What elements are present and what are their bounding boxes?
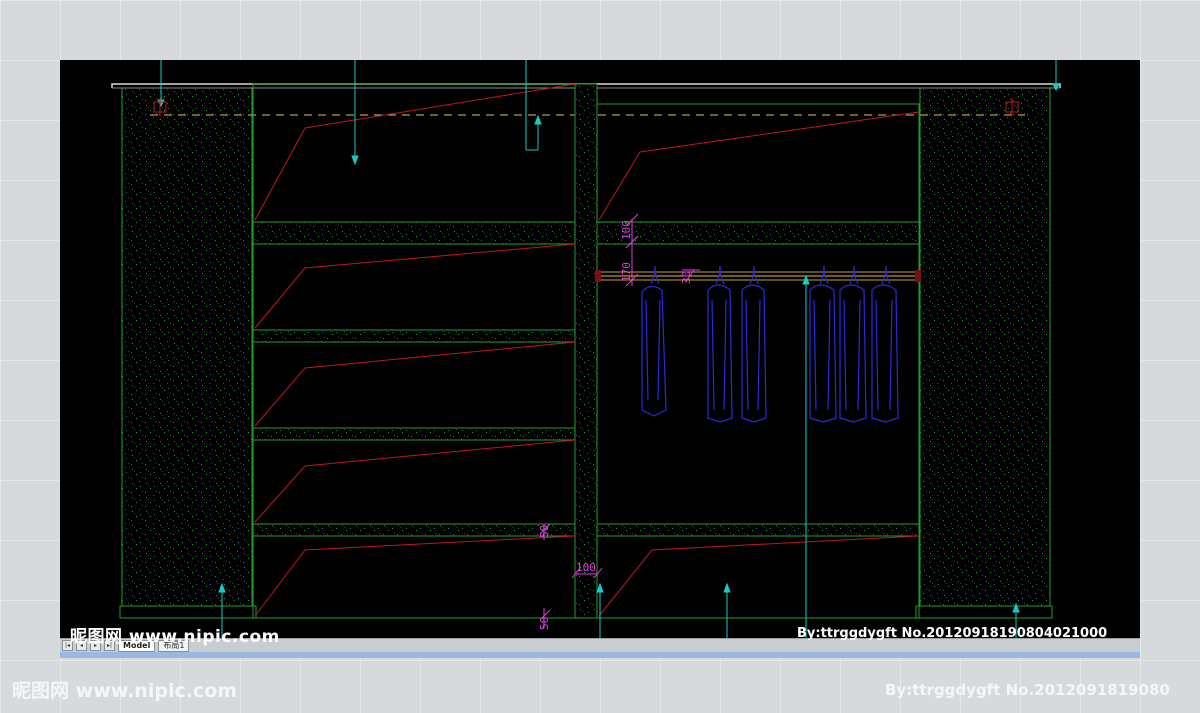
right-compartment (596, 103, 920, 619)
watermark-site-url-repeat: www.nipic.com (75, 680, 238, 702)
dim-170: 170 (620, 262, 633, 282)
hanging-garments (641, 265, 899, 423)
dim-50-a: 50 (538, 525, 551, 538)
left-shelves (252, 221, 576, 537)
watermark-site-repeat: 昵图网 www.nipic.com (12, 676, 237, 703)
watermark-credit-repeat: By:ttrggdygft No.2012091819080 (885, 681, 1170, 699)
right-side-panel (919, 87, 1051, 607)
watermark-credit: By:ttrggdygft No.20120918190804021000 (797, 626, 1108, 641)
dim-100-top: 100 (620, 220, 633, 240)
watermark-site: 昵图网 www.nipic.com (70, 622, 280, 647)
dimension-labels: 100 170 30 50 100 50 (538, 220, 693, 630)
center-divider (574, 83, 598, 619)
dim-100-bottom: 100 (576, 561, 596, 574)
watermark-site-cn-repeat: 昵图网 (12, 680, 70, 702)
dim-30: 30 (680, 271, 693, 284)
plinth-right (915, 605, 1053, 619)
plinth-left (119, 605, 257, 619)
left-side-panel (121, 87, 253, 607)
status-strip (60, 652, 1140, 658)
dim-50-b: 50 (538, 617, 551, 630)
cad-viewport[interactable]: 100 170 30 50 100 50 (60, 60, 1140, 650)
watermark-site-cn: 昵图网 (70, 627, 123, 647)
cabinet-elevation-drawing: 100 170 30 50 100 50 (111, 60, 1061, 640)
left-compartment (252, 83, 576, 619)
watermark-site-url: www.nipic.com (128, 627, 280, 647)
